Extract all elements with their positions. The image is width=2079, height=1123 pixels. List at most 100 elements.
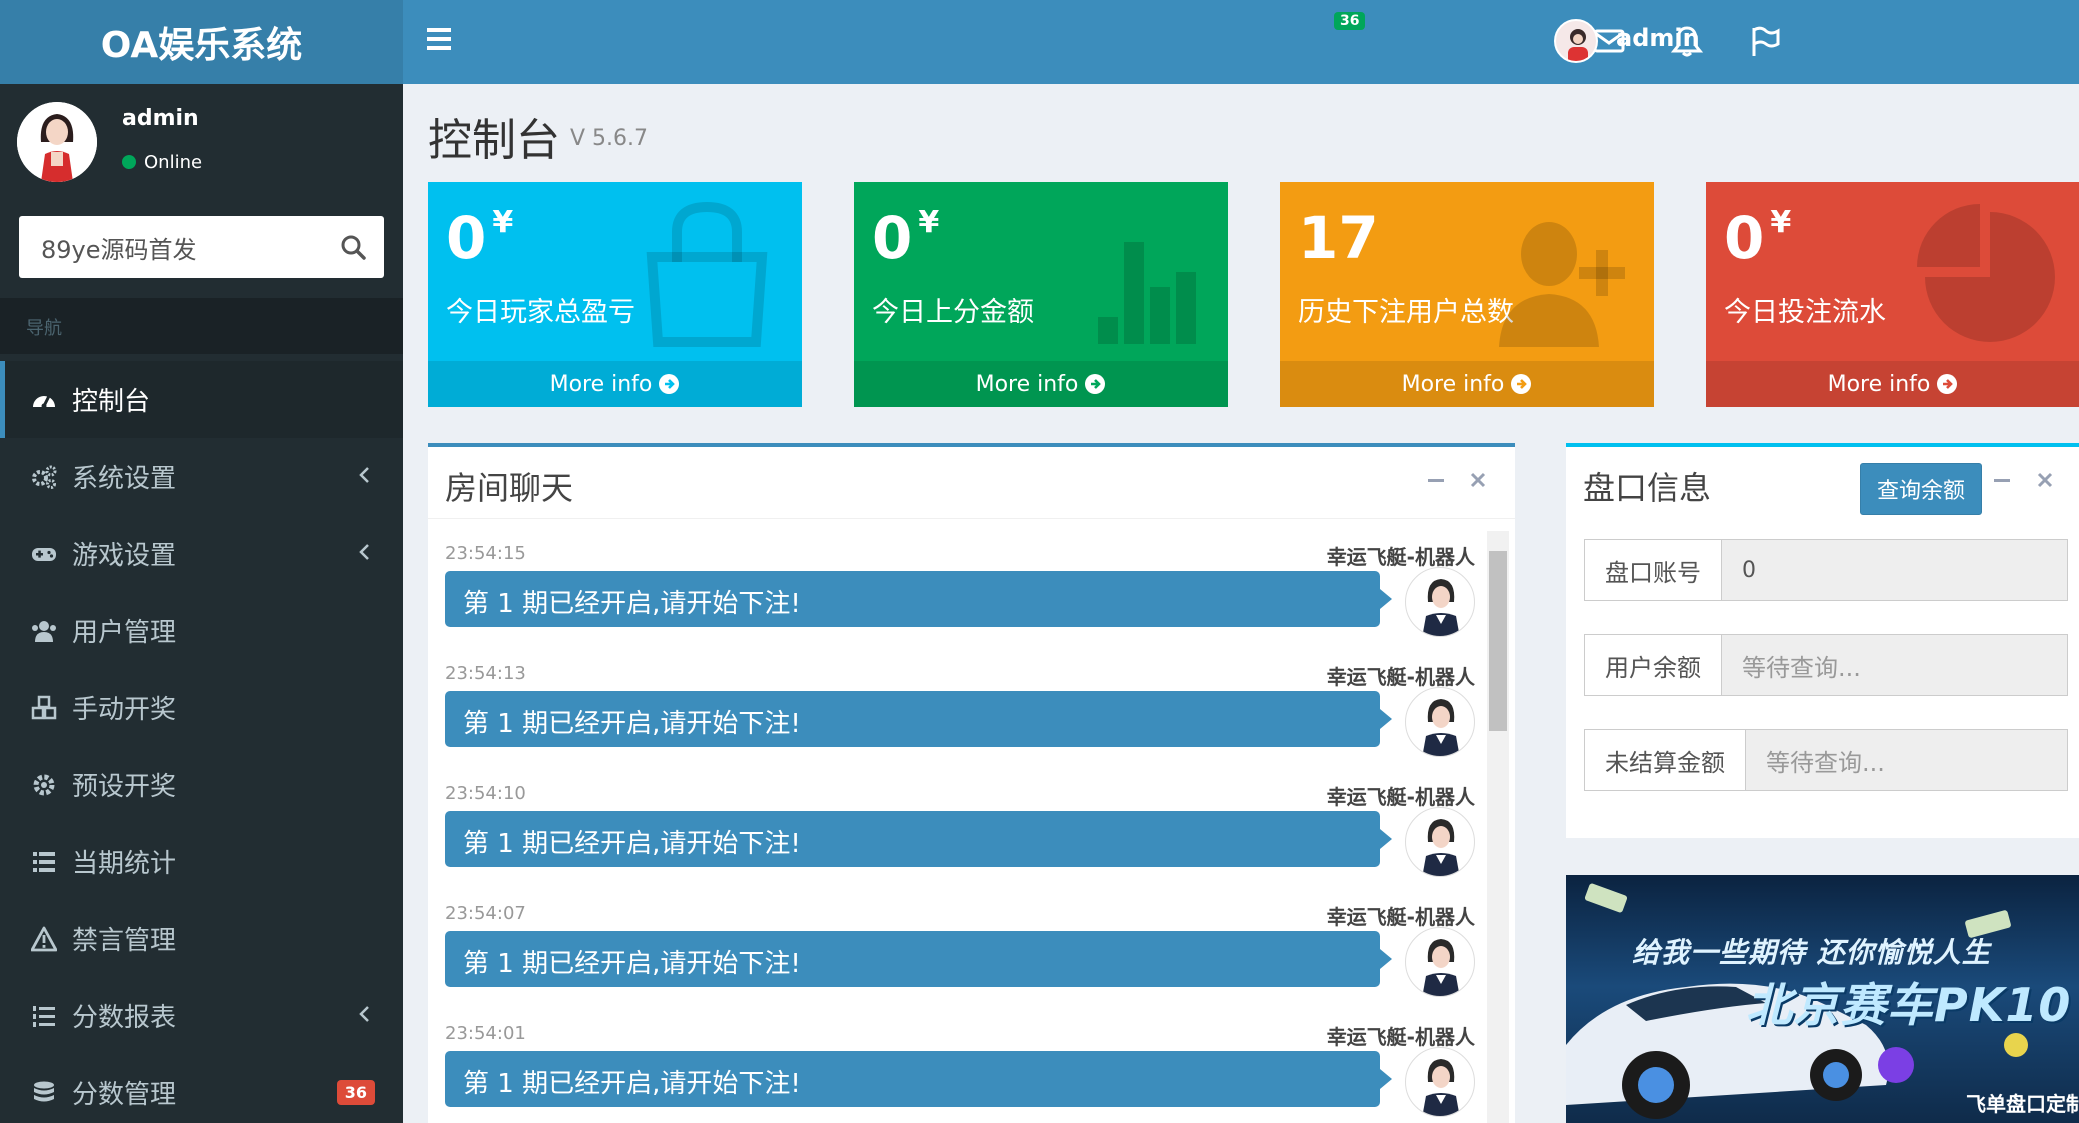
- chat-header: 房间聊天: [428, 447, 1515, 519]
- search-input[interactable]: [19, 216, 319, 278]
- nav-header: 导航: [0, 298, 403, 354]
- stat-value: 0 ¥: [1724, 204, 1792, 272]
- sidebar-item-label: 预设开奖: [72, 772, 177, 802]
- online-dot-icon: [122, 155, 136, 169]
- more-info-link[interactable]: More info: [1706, 361, 2079, 407]
- app-logo[interactable]: OA娱乐系统: [0, 0, 403, 84]
- search-icon[interactable]: [340, 234, 366, 260]
- stat-label: 今日玩家总盈亏: [446, 297, 635, 328]
- robot-avatar: [1405, 687, 1475, 757]
- sidebar-item-score-report[interactable]: 分数报表: [0, 977, 403, 1054]
- page-title: 控制台: [428, 115, 560, 166]
- collapse-icon[interactable]: [1991, 469, 2013, 491]
- cubes-icon: [30, 694, 58, 722]
- page-version: V 5.6.7: [570, 126, 649, 151]
- close-icon[interactable]: [1467, 469, 1489, 491]
- more-info-label: More info: [549, 371, 653, 397]
- robot-avatar: [1405, 1047, 1475, 1117]
- list-ol-icon: [30, 1002, 58, 1030]
- more-info-label: More info: [1401, 371, 1505, 397]
- sidebar-item-period-stats[interactable]: 当期统计: [0, 823, 403, 900]
- sidebar-item-label: 手动开奖: [72, 695, 177, 725]
- more-info-link[interactable]: More info: [1280, 361, 1654, 407]
- stat-box-history-users: 17 历史下注用户总数 More info: [1280, 182, 1654, 407]
- pie-chart-icon: [1917, 204, 2055, 342]
- sidebar-item-label: 分数管理: [72, 1080, 177, 1110]
- chat-message: 23:54:15 幸运飞艇-机器人 第 1 期已经开启,请开始下注!: [445, 543, 1475, 663]
- message-sender: 幸运飞艇-机器人: [1326, 1025, 1475, 1049]
- flag-icon[interactable]: [1748, 24, 1782, 58]
- account-field[interactable]: 0: [1722, 540, 2067, 600]
- users-icon: [30, 617, 58, 645]
- sidebar-search: [19, 216, 384, 278]
- user-balance-row: 用户余额 等待查询...: [1584, 634, 2068, 696]
- sidebar-item-user-management[interactable]: 用户管理: [0, 592, 403, 669]
- gear-icon: [30, 771, 58, 799]
- sidebar: admin Online 导航 控制台 系统设置 游戏设置 用户管理 手: [0, 84, 403, 1123]
- unsettled-field[interactable]: 等待查询...: [1746, 730, 2067, 790]
- chat-title: 房间聊天: [445, 469, 574, 507]
- unsettled-amount-row: 未结算金额 等待查询...: [1584, 729, 2068, 791]
- ad-title: 北京赛车PK10: [1746, 978, 2072, 1032]
- sidebar-item-dashboard[interactable]: 控制台: [0, 361, 403, 438]
- stat-label: 今日投注流水: [1724, 297, 1886, 328]
- user-avatar: [17, 102, 97, 182]
- user-avatar-top[interactable]: [1554, 19, 1598, 63]
- message-bubble: 第 1 期已经开启,请开始下注!: [445, 691, 1392, 747]
- more-info-link[interactable]: More info: [428, 361, 802, 407]
- sidebar-item-mute-management[interactable]: 禁言管理: [0, 900, 403, 977]
- arrow-circle-right-icon: [659, 374, 680, 394]
- ad-banner[interactable]: 给我一些期待 还你愉悦人生 北京赛车PK10 飞单盘口定制: [1566, 875, 2079, 1123]
- message-sender: 幸运飞艇-机器人: [1326, 545, 1475, 569]
- close-icon[interactable]: [2034, 469, 2056, 491]
- collapse-icon[interactable]: [1425, 469, 1447, 491]
- message-sender: 幸运飞艇-机器人: [1326, 785, 1475, 809]
- shopping-bag-icon: [646, 202, 768, 347]
- chevron-left-icon: [359, 544, 369, 560]
- chat-message: 23:54:07 幸运飞艇-机器人 第 1 期已经开启,请开始下注!: [445, 903, 1475, 1023]
- sidebar-item-manual-draw[interactable]: 手动开奖: [0, 669, 403, 746]
- arrow-circle-right-icon: [1511, 374, 1532, 394]
- top-navbar: [403, 0, 2079, 84]
- stat-box-deposit: 0 ¥ 今日上分金额 More info: [854, 182, 1228, 407]
- chat-message: 23:54:13 幸运飞艇-机器人 第 1 期已经开启,请开始下注!: [445, 663, 1475, 783]
- bar-chart-icon: [1098, 242, 1196, 344]
- message-bubble: 第 1 期已经开启,请开始下注!: [445, 1051, 1392, 1107]
- robot-avatar: [1405, 567, 1475, 637]
- message-bubble: 第 1 期已经开启,请开始下注!: [445, 931, 1392, 987]
- stat-value: 0 ¥: [872, 204, 940, 272]
- chevron-left-icon: [359, 467, 369, 483]
- more-info-label: More info: [975, 371, 1079, 397]
- pankou-header: 盘口信息 查询余额: [1566, 447, 2079, 519]
- chat-scrollbar[interactable]: [1487, 531, 1509, 1123]
- sidebar-item-game-settings[interactable]: 游戏设置: [0, 515, 403, 592]
- message-time: 23:54:07: [445, 903, 526, 924]
- message-time: 23:54:15: [445, 543, 526, 564]
- cogs-icon: [30, 463, 58, 491]
- pankou-title: 盘口信息: [1583, 469, 1712, 507]
- query-balance-button[interactable]: 查询余额: [1860, 463, 1982, 515]
- user-status: Online: [122, 152, 202, 173]
- mail-count-badge: 36: [1334, 12, 1366, 30]
- chevron-left-icon: [359, 1006, 369, 1022]
- sidebar-item-system-settings[interactable]: 系统设置: [0, 438, 403, 515]
- pankou-account-row: 盘口账号 0: [1584, 539, 2068, 601]
- robot-avatar: [1405, 927, 1475, 997]
- stat-label: 今日上分金额: [872, 297, 1034, 328]
- chat-scroll-thumb[interactable]: [1489, 551, 1507, 731]
- sidebar-item-label: 用户管理: [72, 618, 177, 648]
- sidebar-item-preset-draw[interactable]: 预设开奖: [0, 746, 403, 823]
- sidebar-item-label: 控制台: [72, 387, 151, 417]
- balance-field[interactable]: 等待查询...: [1722, 635, 2067, 695]
- sidebar-toggle-icon[interactable]: [427, 28, 451, 52]
- sidebar-item-score-management[interactable]: 分数管理 36: [0, 1054, 403, 1123]
- field-label: 盘口账号: [1585, 540, 1722, 600]
- sidebar-menu: 控制台 系统设置 游戏设置 用户管理 手动开奖 预设开奖 当期统计 禁言管理 分…: [0, 361, 403, 1123]
- sidebar-item-label: 系统设置: [72, 464, 177, 494]
- ad-slogan: 给我一些期待 还你愉悦人生: [1632, 936, 1991, 969]
- ad-caption: 飞单盘口定制: [1966, 1092, 2079, 1116]
- top-user-name[interactable]: admin: [1616, 24, 1700, 52]
- dashboard-icon: [30, 386, 58, 414]
- more-info-link[interactable]: More info: [854, 361, 1228, 407]
- message-sender: 幸运飞艇-机器人: [1326, 665, 1475, 689]
